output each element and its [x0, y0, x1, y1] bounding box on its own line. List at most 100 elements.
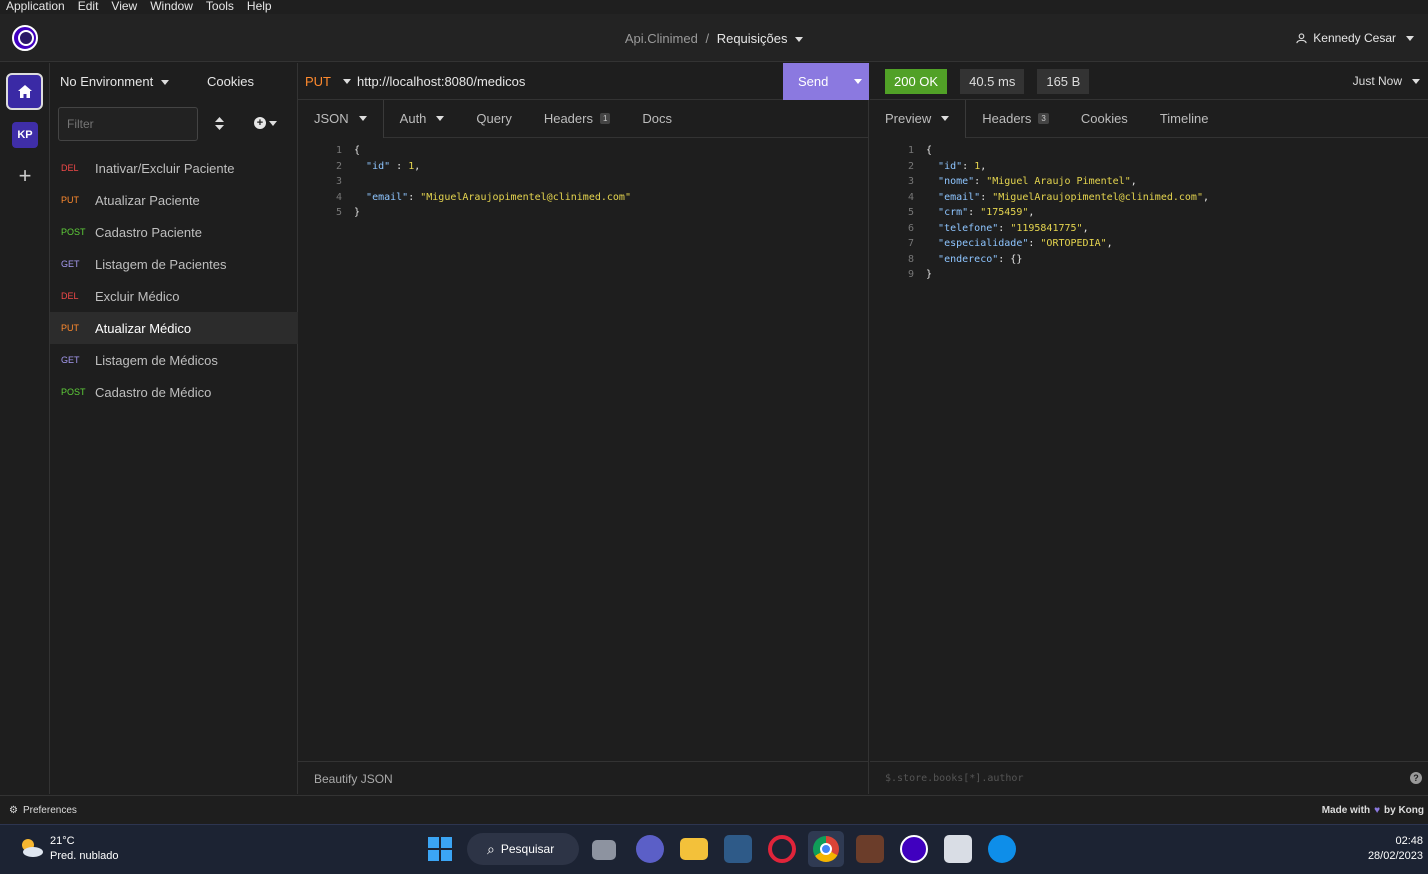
chevron-down-icon [160, 80, 169, 86]
left-rail: KP + [0, 63, 50, 794]
environment-bar: No Environment Cookies [50, 63, 298, 100]
sidebar-request-item[interactable]: GET Listagem de Pacientes [50, 248, 298, 280]
code-line: "email": "MiguelAraujopimentel@clinimed.… [938, 191, 1209, 203]
menu-item-window[interactable]: Window [150, 0, 193, 14]
tab-cookies[interactable]: Cookies [1065, 100, 1144, 138]
tab-auth[interactable]: Auth [384, 100, 461, 138]
task-view-icon[interactable] [592, 840, 616, 860]
user-menu[interactable]: Kennedy Cesar [1296, 31, 1414, 45]
status-badge: 200 OK [885, 68, 948, 94]
breadcrumb-project[interactable]: Api.Clinimed [625, 31, 698, 46]
sidebar-request-item[interactable]: DEL Excluir Médico [50, 280, 298, 312]
tab-headers[interactable]: Headers 3 [966, 100, 1065, 138]
tab-query[interactable]: Query [460, 100, 527, 138]
send-label: Send [798, 73, 829, 89]
sidebar-request-item[interactable]: POST Cadastro de Médico [50, 376, 298, 408]
menu-item-help[interactable]: Help [247, 0, 272, 14]
cookies-button[interactable]: Cookies [207, 74, 254, 89]
line-number: 1 [907, 145, 914, 156]
game-app-icon[interactable] [856, 835, 884, 863]
sidebar-request-item[interactable]: DEL Inativar/Excluir Paciente [50, 152, 298, 184]
code-line: "telefone": "1195841775", [938, 222, 1089, 234]
add-workspace-button[interactable]: + [15, 163, 35, 189]
taskbar-search[interactable]: ⌕ Pesquisar [467, 833, 579, 865]
chrome-active-tab[interactable] [808, 831, 844, 867]
tab-timeline[interactable]: Timeline [1144, 100, 1225, 138]
code-line: { [926, 145, 933, 156]
sidebar: No Environment Cookies + DEL Inativar/Exc… [50, 63, 298, 794]
sidebar-request-item[interactable]: GET Listagem de Médicos [50, 344, 298, 376]
chevron-down-icon [269, 120, 277, 126]
tab-headers[interactable]: Headers 1 [528, 100, 627, 138]
history-dropdown[interactable]: Just Now [1353, 74, 1420, 88]
sidebar-request-item[interactable]: POST Cadastro Paciente [50, 216, 298, 248]
help-icon[interactable]: ? [1410, 772, 1422, 784]
plus-circle-icon: + [254, 117, 266, 129]
line-number: 4 [335, 191, 342, 203]
line-number: 6 [907, 222, 914, 234]
windows-start-icon[interactable] [428, 837, 452, 861]
home-button[interactable] [6, 73, 43, 110]
response-body-viewer[interactable]: 1 2 3 4 5 6 7 8 9 { "id": 1, "nome": "Mi… [870, 143, 1428, 743]
tab-label: Cookies [1080, 111, 1128, 126]
insomnia-taskbar-icon[interactable] [900, 835, 928, 863]
home-icon [17, 85, 32, 98]
clock-time: 02:48 [1395, 835, 1423, 847]
method-label[interactable]: PUT [298, 74, 343, 89]
menu-item-tools[interactable]: Tools [206, 0, 234, 14]
menu-item-application[interactable]: Application [6, 0, 65, 14]
request-name: Inativar/Excluir Paciente [95, 160, 235, 176]
menu-item-edit[interactable]: Edit [78, 0, 99, 14]
tab-label: Headers [982, 111, 1032, 126]
breadcrumb-current[interactable]: Requisições [717, 31, 788, 46]
footer-bar: ⚙ Preferences Made with ♥ by Kong [0, 795, 1428, 823]
windows-taskbar: 21°C Pred. nublado ⌕ Pesquisar 02:48 28/… [0, 824, 1428, 874]
add-request-button[interactable]: + [254, 117, 277, 129]
chevron-down-icon[interactable] [343, 78, 351, 84]
url-field[interactable]: http://localhost:8080/medicos [343, 74, 783, 89]
request-body-editor[interactable]: 1 2 3 4 5 { "id" : 1, "email": "MiguelAr… [298, 143, 869, 743]
gear-icon: ⚙ [9, 805, 18, 816]
beautify-json-button[interactable]: Beautify JSON [298, 761, 869, 794]
chevron-down-icon[interactable] [854, 78, 863, 84]
environment-selector[interactable]: No Environment [60, 74, 169, 89]
weather-icon[interactable] [17, 834, 45, 862]
line-number: 7 [907, 238, 914, 249]
tab-docs[interactable]: Docs [626, 100, 688, 138]
chevron-down-icon [436, 116, 445, 121]
mysql-workbench-icon[interactable] [724, 835, 752, 863]
url-bar: PUT http://localhost:8080/medicos Send [298, 62, 869, 100]
request-tabs: JSON Auth Query Headers 1 Docs [298, 99, 869, 138]
preferences-button[interactable]: ⚙ Preferences [9, 805, 77, 816]
file-explorer-icon[interactable] [680, 838, 708, 860]
line-number: 4 [907, 191, 914, 203]
menu-item-view[interactable]: View [111, 0, 137, 14]
method-badge: PUT [61, 323, 79, 333]
teams-chat-icon[interactable] [636, 835, 664, 863]
response-filter-input[interactable]: $.store.books[*].author ? [870, 761, 1428, 794]
method-badge: GET [61, 259, 80, 269]
sort-icon[interactable] [215, 117, 224, 133]
breadcrumb[interactable]: Api.Clinimed / Requisições [0, 31, 1428, 46]
made-with-label: Made with [1321, 805, 1371, 816]
workspace-badge[interactable]: KP [12, 122, 38, 148]
tab-preview[interactable]: Preview [870, 99, 967, 138]
filter-input[interactable] [58, 107, 198, 141]
line-number: 5 [335, 207, 342, 218]
teamviewer-icon[interactable] [988, 835, 1016, 863]
sidebar-request-item[interactable]: PUT Atualizar Paciente [50, 184, 298, 216]
headers-count-badge: 1 [599, 113, 611, 124]
sidebar-request-item[interactable]: PUT Atualizar Médico [50, 312, 298, 344]
method-badge: DEL [61, 163, 79, 173]
media-app-icon[interactable] [944, 835, 972, 863]
opera-icon[interactable] [768, 835, 796, 863]
tab-body[interactable]: JSON [298, 99, 384, 138]
code-line: "nome": "Miguel Araujo Pimentel", [938, 176, 1137, 187]
response-tabs: Preview Headers 3 Cookies Timeline [870, 99, 1428, 138]
system-clock[interactable]: 02:48 28/02/2023 [1368, 834, 1423, 864]
made-with-kong[interactable]: Made with ♥ by Kong [1322, 805, 1424, 816]
environment-label: No Environment [60, 74, 154, 89]
send-button[interactable]: Send [783, 62, 869, 100]
weather-widget[interactable]: 21°C Pred. nublado [50, 834, 119, 864]
request-pane: PUT http://localhost:8080/medicos Send J… [298, 62, 869, 794]
